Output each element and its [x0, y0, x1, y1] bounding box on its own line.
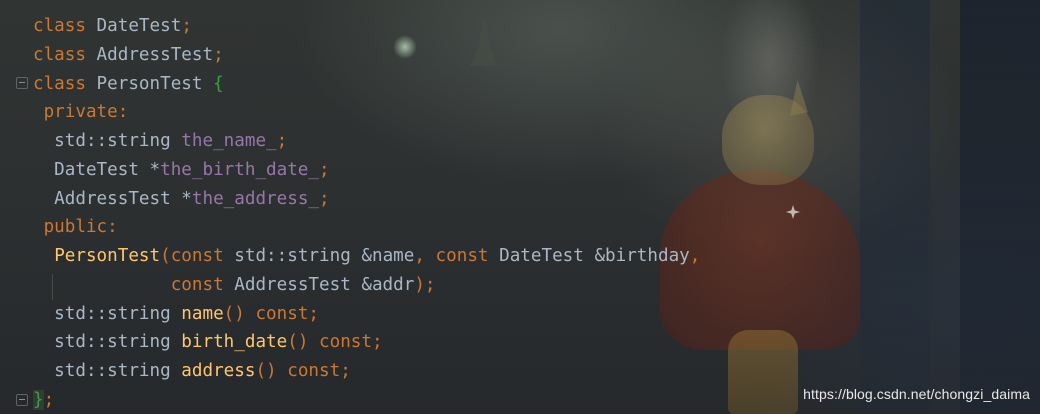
background-character-ear	[789, 80, 808, 116]
code-line[interactable]: private:	[33, 98, 700, 127]
code-token-keyword: ,	[414, 246, 436, 266]
code-token-identifier: PersonTest	[85, 73, 214, 94]
code-token-identifier	[33, 246, 54, 266]
background-star-decoration	[786, 205, 800, 219]
fold-end-icon[interactable]	[16, 394, 28, 406]
code-token-identifier: AddressTest &addr	[223, 274, 415, 295]
code-token-identifier: DateTest	[85, 16, 182, 36]
code-token-keyword: ()	[223, 303, 256, 324]
code-token-brace: {	[213, 73, 224, 94]
code-token-keyword: class	[33, 16, 86, 36]
code-token-keyword: ()	[287, 332, 320, 353]
code-token-keyword: ;	[319, 159, 330, 180]
code-token-keyword: class	[33, 73, 86, 94]
code-line[interactable]: };	[33, 386, 700, 414]
code-token-keyword: (	[160, 246, 171, 266]
code-line[interactable]: class PersonTest {	[33, 70, 700, 99]
background-character-head	[722, 95, 814, 185]
code-token-keyword: const	[287, 361, 341, 381]
code-token-keyword: );	[414, 274, 436, 295]
code-line[interactable]: class AddressTest;	[33, 41, 700, 70]
code-token-function: birth_date	[181, 332, 288, 353]
code-token-keyword: ;	[43, 389, 55, 410]
code-token-keyword: ;	[308, 303, 320, 324]
code-line[interactable]: PersonTest(const std::string &name, cons…	[33, 242, 700, 271]
code-line[interactable]: const AddressTest &addr);	[33, 271, 700, 300]
code-line[interactable]: std::string address() const;	[33, 357, 700, 386]
code-token-keyword: :	[107, 217, 118, 238]
code-token-keyword: public	[33, 217, 108, 238]
code-token-identifier: std::string &name	[223, 246, 415, 266]
code-token-keyword: ,	[689, 246, 701, 266]
background-light-decoration	[700, 0, 840, 240]
background-character-legs	[728, 330, 798, 414]
fold-collapse-icon[interactable]	[16, 77, 28, 89]
code-token-keyword: private	[33, 102, 118, 123]
code-token-keyword: ;	[371, 332, 383, 353]
code-token-keyword: ;	[340, 361, 351, 381]
code-token-identifier: std::string	[33, 131, 182, 151]
code-editor[interactable]: class DateTest; class AddressTest; class P…	[0, 0, 1040, 414]
code-token-keyword: ()	[255, 361, 288, 381]
code-line[interactable]: class DateTest;	[33, 12, 700, 41]
code-token-field: the_name_	[181, 131, 277, 151]
code-token-identifier: std::string	[33, 303, 182, 324]
code-token-identifier: DateTest &birthday	[488, 246, 690, 266]
background-pillar-decoration	[860, 0, 930, 414]
background-pillar-decoration	[960, 0, 1040, 414]
code-token-identifier	[33, 275, 171, 295]
code-token-identifier: DateTest *	[33, 159, 161, 180]
code-token-identifier: AddressTest *	[33, 188, 192, 209]
code-token-keyword: class	[33, 44, 86, 65]
code-token-keyword: const	[435, 246, 489, 266]
code-line[interactable]: std::string the_name_;	[33, 127, 700, 156]
code-token-field: the_address_	[191, 188, 319, 209]
code-token-identifier: std::string	[33, 361, 182, 381]
code-line[interactable]: DateTest *the_birth_date_;	[33, 156, 700, 185]
code-line[interactable]: AddressTest *the_address_;	[33, 185, 700, 214]
code-token-function: address	[181, 361, 256, 381]
code-line[interactable]: std::string name() const;	[33, 300, 700, 329]
code-token-keyword: const	[170, 246, 224, 266]
code-token-function: PersonTest	[54, 246, 161, 266]
code-token-keyword: ;	[319, 188, 330, 209]
code-token-identifier: AddressTest	[85, 44, 214, 65]
code-token-keyword: const	[170, 274, 224, 295]
code-line[interactable]: public:	[33, 213, 700, 242]
code-token-keyword: :	[117, 102, 129, 123]
code-area[interactable]: class DateTest; class AddressTest; class P…	[33, 12, 700, 414]
code-token-field: the_birth_date_	[160, 159, 319, 180]
code-token-identifier: std::string	[33, 332, 182, 353]
code-token-keyword: ;	[276, 131, 288, 151]
watermark-url: https://blog.csdn.net/chongzi_daima	[803, 386, 1030, 402]
code-line[interactable]: std::string birth_date() const;	[33, 328, 700, 357]
code-token-keyword: const	[255, 303, 309, 324]
editor-gutter	[0, 0, 30, 414]
code-token-keyword: ;	[213, 44, 224, 65]
code-token-keyword: const	[319, 332, 372, 353]
code-token-function: name	[181, 303, 224, 324]
code-token-brace-close: }	[33, 389, 44, 410]
code-token-keyword: ;	[181, 16, 192, 36]
